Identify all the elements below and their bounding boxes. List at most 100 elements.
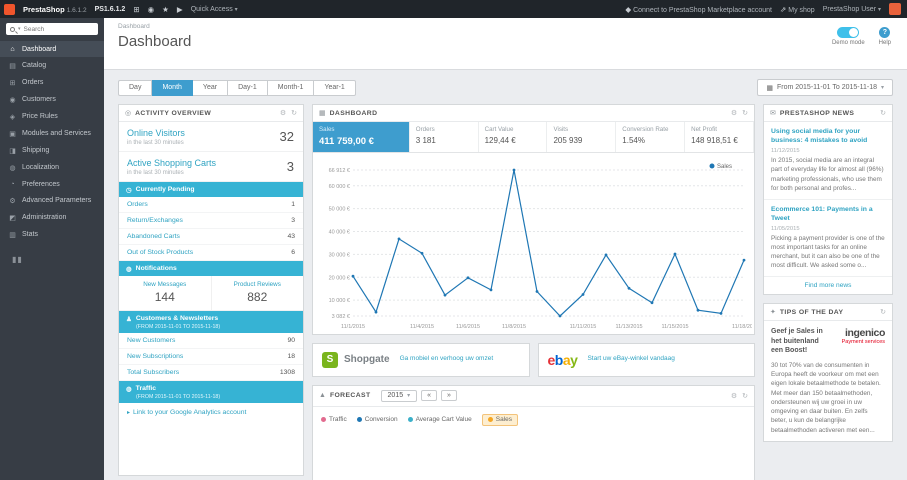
previous-button[interactable]: « xyxy=(421,390,438,401)
date-range-button[interactable]: ▦ From 2015-11-01 To 2015-11-18 ▾ xyxy=(757,79,893,96)
rocket-icon[interactable]: ▶ xyxy=(177,5,183,14)
forecast-legend-average-cart-value[interactable]: Average Cart Value xyxy=(407,416,472,423)
range-button-year-1[interactable]: Year-1 xyxy=(314,79,356,96)
kpi-tab-visits[interactable]: Visits 205 939 xyxy=(547,122,617,152)
kpi-value: 3 181 xyxy=(415,135,436,145)
activity-live-label[interactable]: Online Visitors xyxy=(127,128,295,138)
news-article-title[interactable]: Using social media for your business: 4 … xyxy=(771,127,885,145)
sidebar-item-catalog[interactable]: ▤ Catalog xyxy=(0,57,104,74)
kpi-tab-cart-value[interactable]: Cart Value 129,44 € xyxy=(479,122,548,152)
news-article-title[interactable]: Ecommerce 101: Payments in a Tweet xyxy=(771,205,885,223)
kpi-tab-orders[interactable]: Orders 3 181 xyxy=(410,122,479,152)
sidebar-item-stats[interactable]: ▥ Stats xyxy=(0,226,104,243)
demo-mode-toggle[interactable] xyxy=(837,27,860,38)
shopgate-name: Shopgate xyxy=(344,354,390,365)
shopgate-cta-link[interactable]: Ga mobiel en verhoog uw omzet xyxy=(400,355,494,363)
topbar: PrestaShop 1.6.1.2 PS1.6.1.2 ⊞ ◉ ★ ▶ Quic… xyxy=(0,0,907,18)
range-button-month[interactable]: Month xyxy=(152,79,193,96)
pending-label[interactable]: Return/Exchanges xyxy=(127,217,183,224)
customers-label[interactable]: New Customers xyxy=(127,337,175,344)
range-button-year[interactable]: Year xyxy=(192,79,229,96)
activity-live-item: Active Shopping Carts 3 in the last 30 min… xyxy=(119,152,303,182)
next-button[interactable]: » xyxy=(441,390,457,401)
sidebar-menu: ⌂ Dashboard ▤ Catalog ⊞ Orders ◉ Customers ◈ Pric… xyxy=(0,41,104,243)
collapse-menu-button[interactable]: ▮▮ xyxy=(12,255,104,264)
google-analytics-link[interactable]: ▸ Link to your Google Analytics account xyxy=(119,403,303,422)
range-button-day-1[interactable]: Day-1 xyxy=(228,79,268,96)
activity-live-item: Online Visitors 32 in the last 30 minutes xyxy=(119,122,303,152)
activity-live-label[interactable]: Active Shopping Carts xyxy=(127,158,295,168)
sidebar-item-modules-and-services[interactable]: ▣ Modules and Services xyxy=(0,125,104,142)
ebay-cta-link[interactable]: Start uw eBay-winkel vandaag xyxy=(587,355,674,363)
notification-cell-new-messages[interactable]: New Messages 144 xyxy=(119,276,212,310)
legend-label: Conversion xyxy=(364,416,398,423)
gear-icon[interactable]: ⚙ xyxy=(731,392,737,400)
sidebar-item-localization[interactable]: ◍ Localization xyxy=(0,159,104,176)
refresh-icon[interactable]: ↻ xyxy=(880,308,886,316)
globe-icon: ◍ xyxy=(9,164,16,172)
activity-live-subtext: in the last 30 minutes xyxy=(127,140,184,146)
customers-label[interactable]: Total Subscribers xyxy=(127,369,179,376)
customers-label[interactable]: New Subscriptions xyxy=(127,353,183,360)
person-icon[interactable]: ◉ xyxy=(148,5,155,14)
search-input[interactable] xyxy=(23,25,94,33)
range-button-month-1[interactable]: Month-1 xyxy=(267,79,315,96)
svg-text:11/13/2015: 11/13/2015 xyxy=(615,324,642,330)
kpi-tab-sales[interactable]: Sales 411 759,00 € xyxy=(313,122,410,152)
cart-icon[interactable]: ⊞ xyxy=(133,5,139,14)
section-subtitle: (FROM 2015-11-01 TO 2015-11-18) xyxy=(136,393,221,400)
marketplace-connect-link[interactable]: ◆ Connect to PrestaShop Marketplace acco… xyxy=(625,5,772,14)
sidebar-item-price-rules[interactable]: ◈ Price Rules xyxy=(0,108,104,125)
avatar[interactable] xyxy=(889,3,901,15)
sidebar-item-dashboard[interactable]: ⌂ Dashboard xyxy=(0,41,104,57)
demo-mode-label: Demo mode xyxy=(831,40,865,46)
pending-label[interactable]: Abandoned Carts xyxy=(127,233,180,240)
forecast-legend-conversion[interactable]: Conversion xyxy=(356,416,398,423)
sidebar-item-label: Stats xyxy=(22,231,38,238)
refresh-icon[interactable]: ↻ xyxy=(291,109,297,117)
pending-label[interactable]: Orders xyxy=(127,201,148,208)
pending-label[interactable]: Out of Stock Products xyxy=(127,249,193,256)
pending-row: Return/Exchanges 3 xyxy=(119,213,303,229)
section-title: Traffic xyxy=(135,385,157,392)
cart-icon: ⊞ xyxy=(9,79,16,87)
sidebar-item-preferences[interactable]: ◔ Preferences xyxy=(0,176,104,192)
section-notifications: ◍ Notifications xyxy=(119,261,303,276)
sidebar-item-shipping[interactable]: ◨ Shipping xyxy=(0,142,104,159)
star-icon[interactable]: ★ xyxy=(162,5,169,14)
notification-cell-product-reviews[interactable]: Product Reviews 882 xyxy=(212,276,304,310)
legend-dot xyxy=(407,417,413,422)
forecast-legend-sales[interactable]: Sales xyxy=(481,413,518,426)
year-select[interactable]: 2015 ▾ xyxy=(380,389,418,402)
sidebar-item-orders[interactable]: ⊞ Orders xyxy=(0,74,104,91)
help-icon[interactable]: ? xyxy=(879,27,891,38)
sidebar-item-advanced-parameters[interactable]: ⚙ Advanced Parameters xyxy=(0,192,104,209)
quick-access-menu[interactable]: Quick Access ▾ xyxy=(191,6,238,13)
range-button-day[interactable]: Day xyxy=(118,79,153,96)
kpi-value: 148 918,51 € xyxy=(691,135,738,145)
sidebar-item-label: Dashboard xyxy=(22,45,57,53)
refresh-icon[interactable]: ↻ xyxy=(742,109,748,117)
forecast-legend-traffic[interactable]: Traffic xyxy=(321,416,347,423)
user-menu[interactable]: PrestaShop User ▾ xyxy=(823,6,881,13)
gear-icon[interactable]: ⚙ xyxy=(731,109,737,117)
caret-down-icon: ▾ xyxy=(880,85,884,91)
gear-icon[interactable]: ⚙ xyxy=(280,109,286,117)
refresh-icon[interactable]: ↻ xyxy=(742,392,748,400)
sliders-icon: ◔ xyxy=(10,180,15,188)
kpi-tabs: Sales 411 759,00 € Orders 3 181 Cart Value 12… xyxy=(313,122,754,153)
caret-down-icon[interactable]: ▾ xyxy=(18,26,21,32)
section-title: Currently Pending xyxy=(135,186,195,193)
sidebar-item-customers[interactable]: ◉ Customers xyxy=(0,91,104,108)
refresh-icon[interactable]: ↻ xyxy=(880,109,886,117)
kpi-tab-net-profit[interactable]: Net Profit 148 918,51 € xyxy=(685,122,754,152)
shop-name-link[interactable]: PS1.6.1.2 xyxy=(95,6,126,13)
sales-chart: 66 912 € 60 000 € 50 000 € 40 000 € 30 000 €… xyxy=(329,163,756,330)
news-article-date: 11/12/2015 xyxy=(771,147,800,154)
kpi-tab-conversion-rate[interactable]: Conversion Rate 1.54% xyxy=(616,122,686,152)
sidebar-search: ▾ xyxy=(6,23,98,35)
find-more-news-link[interactable]: Find more news xyxy=(764,277,892,294)
my-shop-link[interactable]: ⇗ My shop xyxy=(780,5,815,14)
year-value: 2015 xyxy=(387,392,404,399)
sidebar-item-administration[interactable]: ◩ Administration xyxy=(0,209,104,226)
